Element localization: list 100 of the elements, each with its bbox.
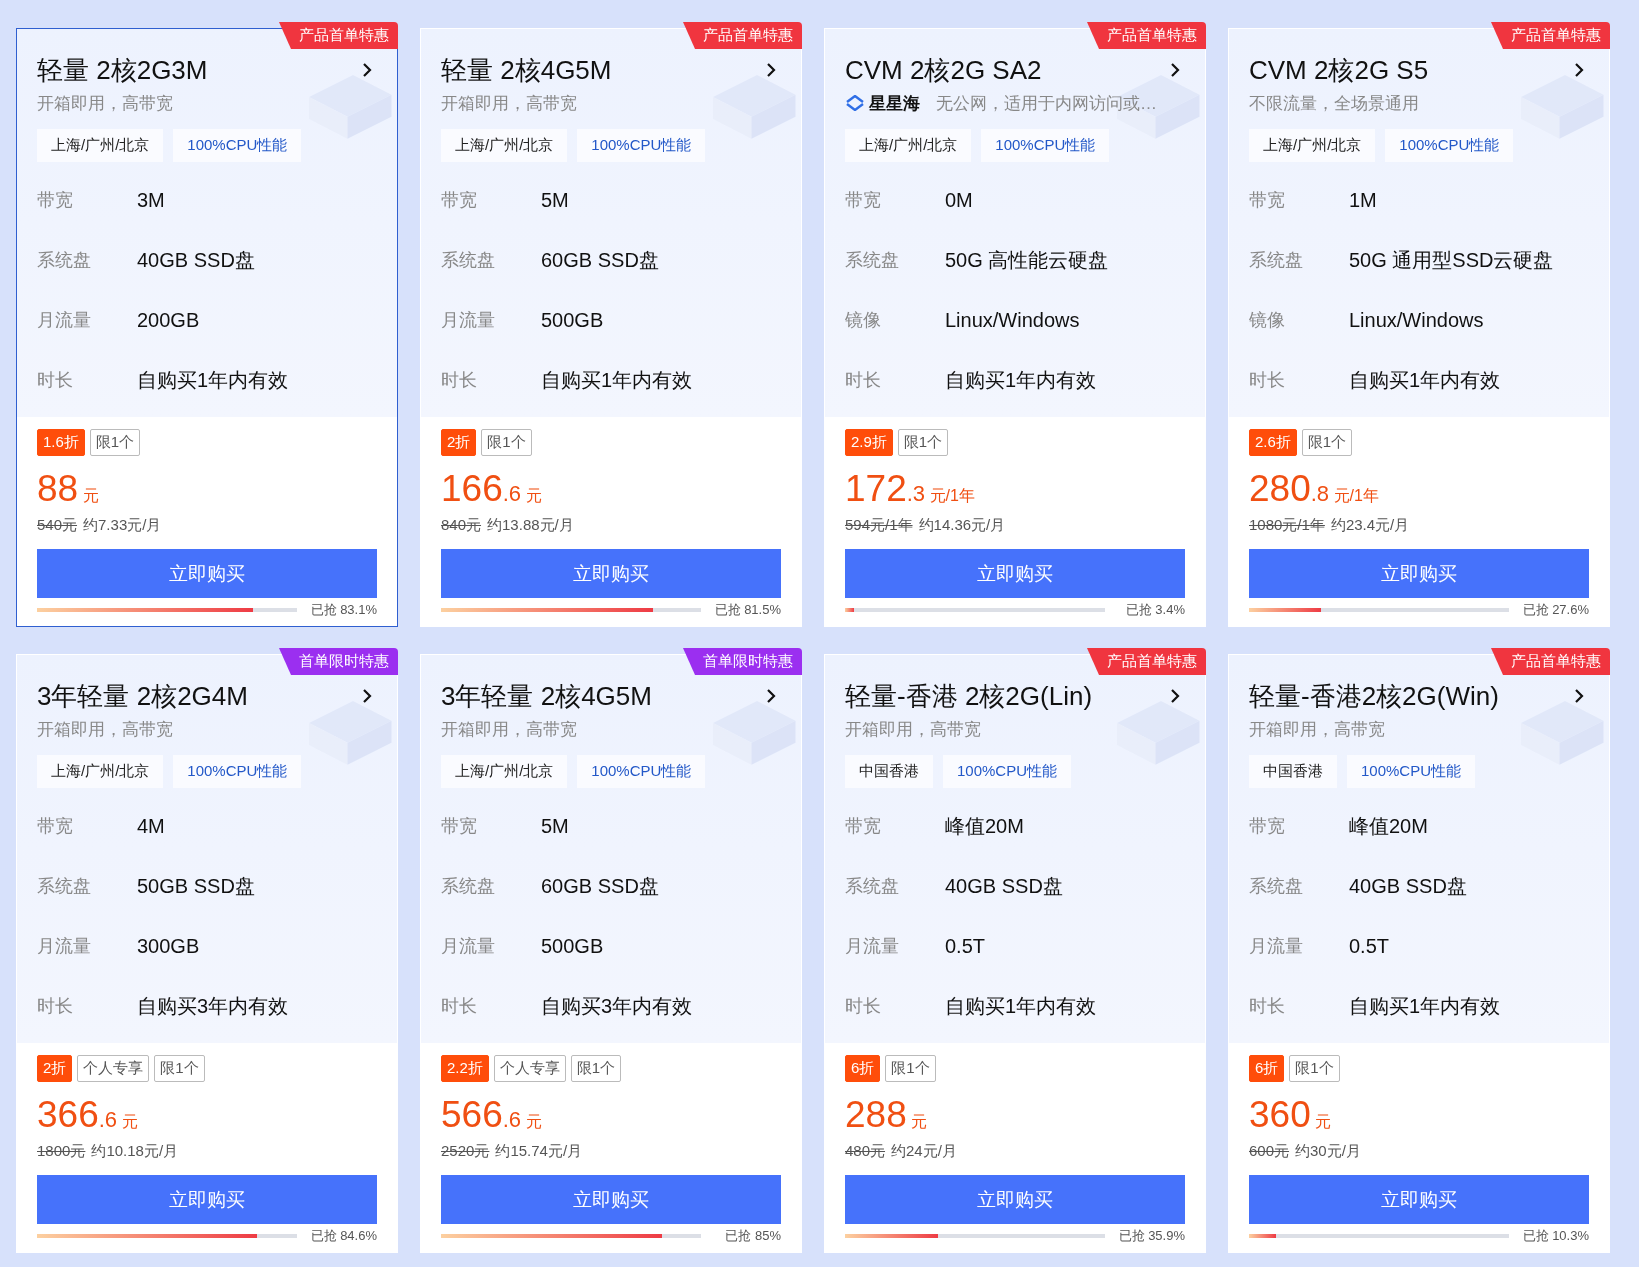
spec-value: 4M — [137, 814, 165, 838]
feature-tag: 100%CPU性能 — [1385, 129, 1514, 162]
buy-now-button[interactable]: 立即购买 — [37, 1175, 377, 1224]
promo-ribbon: 产品首单特惠 — [279, 22, 398, 49]
spec-value: 60GB SSD盘 — [541, 873, 659, 899]
spec-value: 自购买3年内有效 — [137, 993, 289, 1019]
feature-tag: 100%CPU性能 — [981, 129, 1110, 162]
discount-badge: 1.6折 — [37, 429, 85, 456]
buy-now-button[interactable]: 立即购买 — [845, 1175, 1185, 1224]
buy-now-button[interactable]: 立即购买 — [441, 1175, 781, 1224]
spec-value: 50G 通用型SSD云硬盘 — [1349, 247, 1554, 273]
spec-value: 0.5T — [945, 934, 986, 958]
spec-value: 1M — [1349, 188, 1377, 212]
discount-badge: 2.6折 — [1249, 429, 1297, 456]
brand-name: 星星海 — [869, 92, 920, 115]
price: 566.6 元 — [441, 1094, 543, 1137]
limit-badge: 限1个 — [897, 429, 949, 456]
spec-label: 月流量 — [1249, 935, 1304, 958]
spec-value: 5M — [541, 188, 569, 212]
sold-percentage: 已抢 3.4% — [1125, 601, 1185, 619]
spec-label: 时长 — [1249, 995, 1286, 1018]
price: 166.6 元 — [441, 468, 543, 511]
original-price: 480元 — [845, 1142, 886, 1161]
spec-label: 时长 — [845, 369, 882, 392]
spec-label: 时长 — [37, 995, 74, 1018]
chevron-right-icon[interactable] — [1169, 62, 1181, 78]
discount-badge: 2折 — [441, 429, 477, 456]
spec-value: 50GB SSD盘 — [137, 873, 255, 899]
sold-percentage: 已抢 84.6% — [310, 1227, 377, 1245]
spec-label: 系统盘 — [441, 249, 496, 272]
spec-value: 自购买1年内有效 — [137, 367, 289, 393]
feature-tag: 上海/广州/北京 — [845, 129, 972, 162]
feature-tag: 100%CPU性能 — [577, 755, 706, 788]
chevron-right-icon[interactable] — [1573, 688, 1585, 704]
monthly-price: 约10.18元/月 — [91, 1142, 179, 1161]
buy-now-button[interactable]: 立即购买 — [1249, 549, 1589, 598]
feature-tag: 上海/广州/北京 — [37, 129, 164, 162]
product-title: CVM 2核2G S5 — [1249, 53, 1429, 87]
spec-value: 3M — [137, 188, 165, 212]
original-price: 540元 — [37, 516, 78, 535]
spec-label: 系统盘 — [37, 875, 92, 898]
monthly-price: 约7.33元/月 — [83, 516, 162, 535]
product-subtitle: 开箱即用，高带宽 — [37, 92, 173, 115]
spec-label: 系统盘 — [845, 875, 900, 898]
spec-value: 自购买1年内有效 — [541, 367, 693, 393]
spec-label: 带宽 — [441, 189, 478, 212]
limit-badge: 个人专享 — [77, 1055, 150, 1082]
sold-percentage: 已抢 10.3% — [1522, 1227, 1589, 1245]
promo-ribbon: 产品首单特惠 — [1491, 22, 1610, 49]
feature-tag: 100%CPU性能 — [943, 755, 1072, 788]
spec-value: 峰值20M — [1349, 813, 1428, 839]
buy-now-button[interactable]: 立即购买 — [37, 549, 377, 598]
spec-label: 月流量 — [441, 935, 496, 958]
spec-value: 5M — [541, 814, 569, 838]
spec-value: 60GB SSD盘 — [541, 247, 659, 273]
spec-value: 自购买1年内有效 — [945, 367, 1097, 393]
discount-badge: 6折 — [845, 1055, 881, 1082]
spec-label: 带宽 — [441, 815, 478, 838]
chevron-right-icon[interactable] — [765, 688, 777, 704]
spec-label: 系统盘 — [1249, 875, 1304, 898]
discount-badge: 2.2折 — [441, 1055, 489, 1082]
discount-badge: 2折 — [37, 1055, 73, 1082]
spec-value: 200GB — [137, 308, 200, 332]
spec-label: 时长 — [37, 369, 74, 392]
buy-now-button[interactable]: 立即购买 — [1249, 1175, 1589, 1224]
price: 366.6 元 — [37, 1094, 139, 1137]
chevron-right-icon[interactable] — [1573, 62, 1585, 78]
sold-percentage: 已抢 27.6% — [1522, 601, 1589, 619]
spec-label: 带宽 — [845, 189, 882, 212]
buy-now-button[interactable]: 立即购买 — [845, 549, 1185, 598]
spec-value: 自购买3年内有效 — [541, 993, 693, 1019]
feature-tag: 中国香港 — [1249, 755, 1337, 788]
feature-tag: 上海/广州/北京 — [1249, 129, 1376, 162]
chevron-right-icon[interactable] — [1169, 688, 1181, 704]
monthly-price: 约15.74元/月 — [495, 1142, 583, 1161]
spec-label: 镜像 — [1249, 309, 1286, 332]
buy-now-button[interactable]: 立即购买 — [441, 549, 781, 598]
diamond-logo-icon — [845, 95, 865, 111]
price: 88 元 — [37, 468, 100, 511]
chevron-right-icon[interactable] — [361, 62, 373, 78]
discount-badge: 2.9折 — [845, 429, 893, 456]
product-title: 轻量 2核2G3M — [37, 53, 208, 87]
sold-percentage: 已抢 35.9% — [1118, 1227, 1185, 1245]
limit-badge: 限1个 — [1301, 429, 1353, 456]
promo-ribbon: 产品首单特惠 — [1087, 22, 1206, 49]
price: 288 元 — [845, 1094, 929, 1137]
monthly-price: 约23.4元/月 — [1330, 516, 1410, 535]
promo-ribbon: 首单限时特惠 — [279, 648, 398, 675]
monthly-price: 约13.88元/月 — [487, 516, 574, 535]
chevron-right-icon[interactable] — [765, 62, 777, 78]
spec-label: 带宽 — [845, 815, 882, 838]
chevron-right-icon[interactable] — [361, 688, 373, 704]
spec-value: 40GB SSD盘 — [1349, 873, 1467, 899]
spec-label: 系统盘 — [441, 875, 496, 898]
promo-ribbon: 产品首单特惠 — [1087, 648, 1206, 675]
spec-value: 0M — [945, 188, 973, 212]
discount-badge: 6折 — [1249, 1055, 1285, 1082]
spec-value: 自购买1年内有效 — [1349, 367, 1501, 393]
spec-value: 50G 高性能云硬盘 — [945, 247, 1109, 273]
spec-label: 月流量 — [441, 309, 496, 332]
